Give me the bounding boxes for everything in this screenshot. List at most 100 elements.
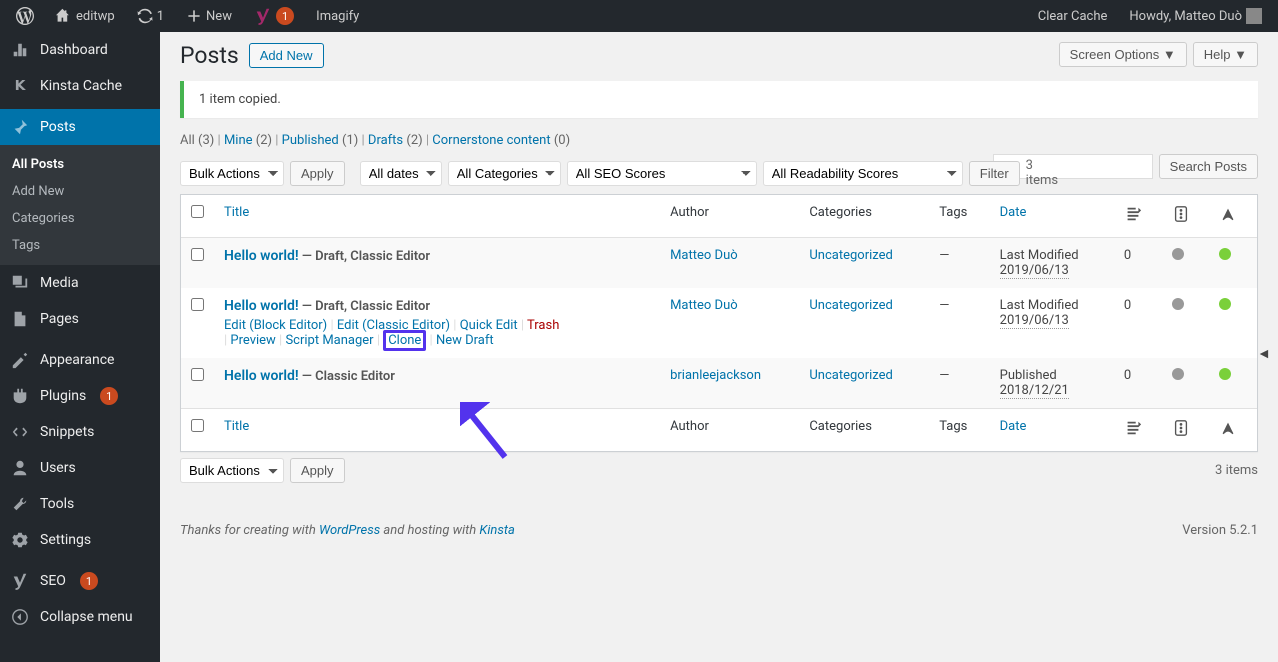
new-link[interactable]: New: [178, 0, 240, 32]
item-count-top: 3 items: [1026, 158, 1058, 188]
plugins-badge: 1: [100, 387, 118, 405]
appearance-icon: [10, 350, 30, 370]
col-date-foot[interactable]: Date: [1000, 419, 1027, 434]
posts-table: Title Author Categories Tags Date Hello …: [180, 194, 1258, 452]
admin-footer: Thanks for creating with WordPress and h…: [180, 523, 1258, 538]
notice-success: 1 item copied.: [180, 81, 1258, 118]
menu-seo[interactable]: SEO1: [0, 563, 160, 599]
sub-add-new[interactable]: Add New: [0, 178, 160, 205]
apply-button-bottom[interactable]: Apply: [290, 458, 345, 483]
screen-options-button[interactable]: Screen Options ▼: [1059, 42, 1187, 67]
pin-icon: [10, 117, 30, 137]
menu-kinsta[interactable]: 𝗞Kinsta Cache: [0, 68, 160, 104]
menu-plugins[interactable]: Plugins1: [0, 378, 160, 414]
menu-snippets[interactable]: Snippets: [0, 414, 160, 450]
preview-link[interactable]: Preview: [230, 333, 275, 348]
seo-dot: [1162, 238, 1210, 288]
seo-dot: [1162, 288, 1210, 358]
menu-pages[interactable]: Pages: [0, 301, 160, 337]
item-count-bottom: 3 items: [1215, 463, 1258, 478]
content-area: Screen Options ▼ Help ▼ Posts Add New 1 …: [160, 32, 1278, 662]
snippets-icon: [10, 422, 30, 442]
menu-settings[interactable]: Settings: [0, 522, 160, 558]
menu-media[interactable]: Media: [0, 265, 160, 301]
post-title-link[interactable]: Hello world!: [224, 298, 299, 314]
clone-link[interactable]: Clone: [383, 330, 426, 351]
row-checkbox[interactable]: [191, 298, 204, 311]
avatar: [1246, 8, 1262, 24]
wp-link[interactable]: WordPress: [319, 523, 380, 538]
select-all-top[interactable]: [191, 205, 204, 218]
collapse-icon: [10, 607, 30, 627]
author-link[interactable]: brianleejackson: [670, 368, 761, 383]
sub-tags[interactable]: Tags: [0, 232, 160, 259]
readability-filter[interactable]: All Readability Scores: [763, 161, 963, 186]
seo-filter[interactable]: All SEO Scores: [567, 161, 757, 186]
menu-collapse[interactable]: Collapse menu: [0, 599, 160, 635]
col-title[interactable]: Title: [224, 205, 249, 220]
updates-link[interactable]: 1: [129, 0, 172, 32]
date-cell: Published2018/12/21: [990, 358, 1114, 408]
post-state: — Draft, Classic Editor: [299, 249, 430, 264]
row-actions: Edit (Block Editor) | Edit (Classic Edit…: [224, 318, 650, 348]
col-title-foot[interactable]: Title: [224, 419, 249, 434]
status-filter-link[interactable]: Drafts: [368, 133, 403, 148]
seo-badge: 1: [80, 572, 98, 590]
menu-appearance[interactable]: Appearance: [0, 342, 160, 378]
author-link[interactable]: Matteo Duò: [670, 248, 738, 263]
yoast-link[interactable]: 1: [246, 0, 302, 32]
status-filter-link[interactable]: Published: [282, 133, 339, 148]
clear-cache-link[interactable]: Clear Cache: [1030, 0, 1116, 32]
date-cell: Last Modified2019/06/13: [990, 238, 1114, 288]
imagify-link[interactable]: Imagify: [308, 0, 367, 32]
new-draft-link[interactable]: New Draft: [436, 333, 494, 348]
col-author: Author: [660, 195, 799, 238]
select-all-bottom[interactable]: [191, 419, 204, 432]
date-filter[interactable]: All dates: [360, 161, 442, 186]
status-filter-link[interactable]: Mine: [224, 133, 253, 148]
apply-button-top[interactable]: Apply: [290, 161, 345, 186]
category-filter[interactable]: All Categories: [448, 161, 561, 186]
post-title-link[interactable]: Hello world!: [224, 248, 299, 264]
bulk-actions-select-bottom[interactable]: Bulk Actions: [180, 458, 284, 483]
sub-categories[interactable]: Categories: [0, 205, 160, 232]
script-manager-link[interactable]: Script Manager: [285, 333, 373, 348]
table-row: Hello world! — Classic Editor brianleeja…: [181, 358, 1257, 408]
table-row: Hello world! — Draft, Classic Editor Edi…: [181, 288, 1257, 358]
links-count: 0: [1114, 358, 1162, 408]
row-checkbox[interactable]: [191, 248, 204, 261]
row-checkbox[interactable]: [191, 368, 204, 381]
filter-button[interactable]: Filter: [969, 161, 1020, 186]
menu-users[interactable]: Users: [0, 450, 160, 486]
menu-posts[interactable]: Posts: [0, 109, 160, 145]
site-link[interactable]: editwp: [48, 0, 123, 32]
account-link[interactable]: Howdy, Matteo Duò: [1121, 0, 1270, 32]
add-new-button[interactable]: Add New: [249, 43, 324, 68]
bulk-actions-select[interactable]: Bulk Actions: [180, 161, 284, 186]
wp-logo[interactable]: [8, 0, 42, 32]
edit-block-link[interactable]: Edit (Block Editor): [224, 318, 327, 333]
admin-bar: editwp 1 New 1 Imagify Clear Cache Howdy…: [0, 0, 1278, 32]
category-link[interactable]: Uncategorized: [809, 248, 892, 263]
post-title-link[interactable]: Hello world!: [224, 368, 299, 384]
author-link[interactable]: Matteo Duò: [670, 298, 738, 313]
status-filter-link[interactable]: Cornerstone content: [432, 133, 550, 148]
quick-edit-link[interactable]: Quick Edit: [460, 318, 518, 333]
table-row: Hello world! — Draft, Classic Editor Mat…: [181, 238, 1257, 288]
category-link[interactable]: Uncategorized: [809, 368, 892, 383]
col-date[interactable]: Date: [1000, 205, 1027, 220]
post-state: — Classic Editor: [299, 369, 395, 384]
category-link[interactable]: Uncategorized: [809, 298, 892, 313]
menu-dashboard[interactable]: Dashboard: [0, 32, 160, 68]
search-button[interactable]: Search Posts: [1159, 154, 1258, 179]
col-categories: Categories: [799, 195, 929, 238]
tools-icon: [10, 494, 30, 514]
admin-sidebar: Dashboard 𝗞Kinsta Cache Posts All Posts …: [0, 32, 160, 662]
sub-all-posts[interactable]: All Posts: [0, 151, 160, 178]
help-button[interactable]: Help ▼: [1193, 42, 1258, 67]
kinsta-link[interactable]: Kinsta: [479, 523, 514, 538]
yoast-badge: 1: [276, 7, 294, 25]
trash-link[interactable]: Trash: [527, 318, 559, 333]
links-count: 0: [1114, 238, 1162, 288]
menu-tools[interactable]: Tools: [0, 486, 160, 522]
